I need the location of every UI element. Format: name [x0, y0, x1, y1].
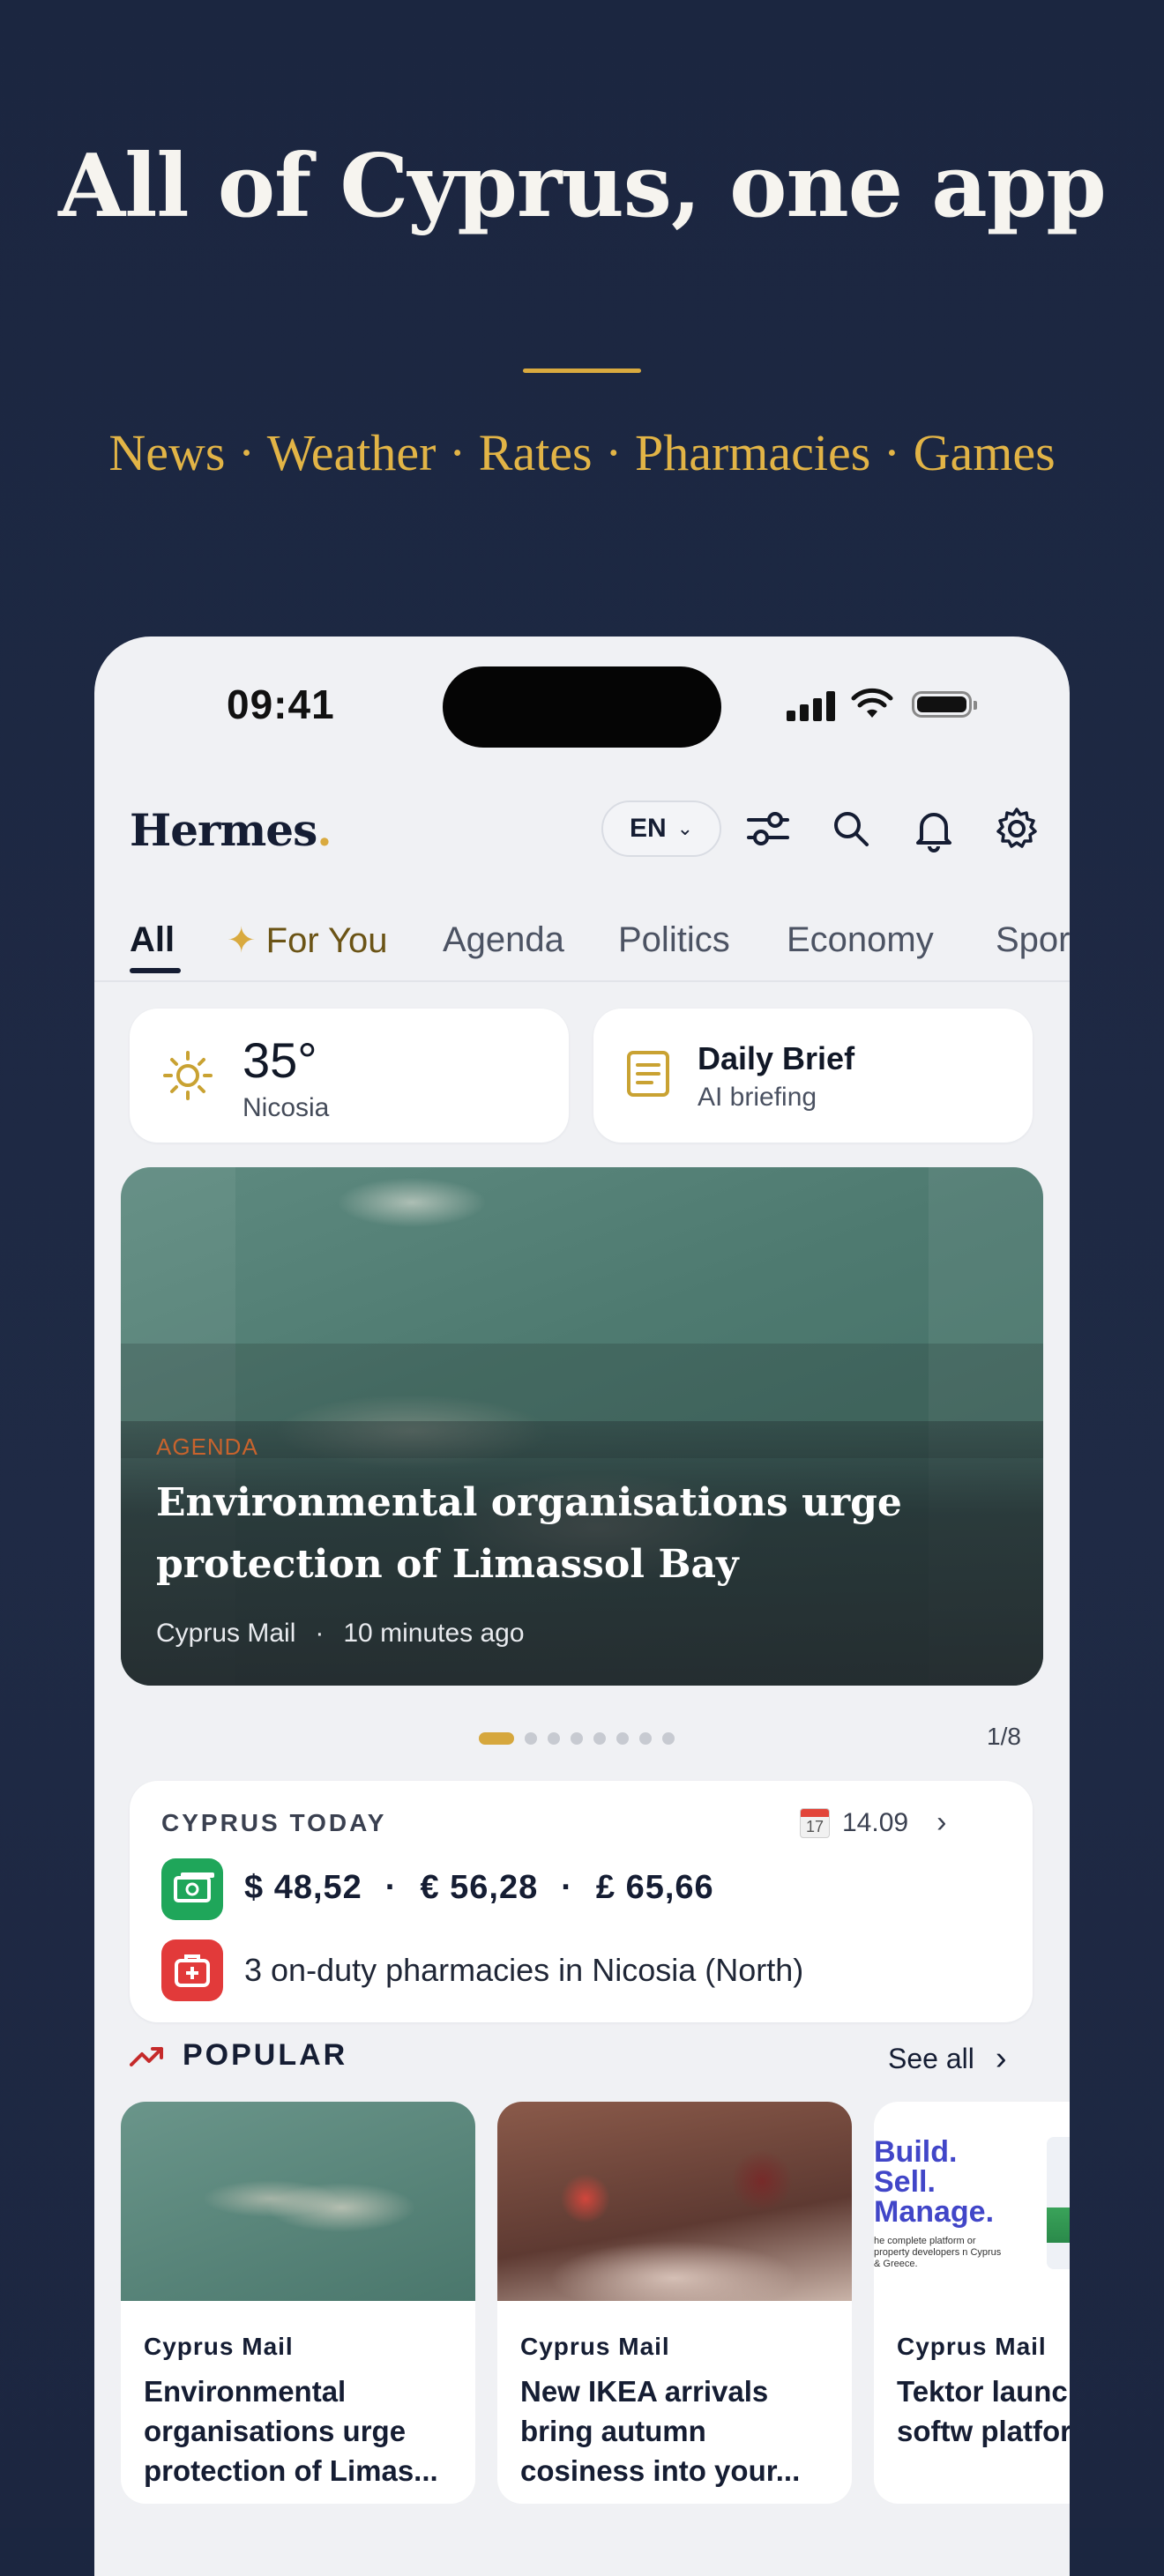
tab-agenda[interactable]: Agenda [443, 920, 564, 960]
hero-title: Environmental organisations urge protect… [156, 1480, 902, 1587]
weather-temperature: 35° [242, 1032, 317, 1088]
page-dot[interactable] [571, 1732, 583, 1745]
page-dot[interactable] [525, 1732, 537, 1745]
popular-article-card[interactable]: Build. Sell. Manage. he complete platfor… [874, 2102, 1070, 2504]
rate-separator: · [561, 1869, 573, 1906]
article-thumbnail [497, 2102, 852, 2301]
ad-headline: Build. Sell. Manage. [874, 2137, 994, 2227]
popular-article-card[interactable]: Cyprus Mail New IKEA arrivals bring autu… [497, 2102, 852, 2504]
article-title: Tektor launc in-one softw platform for [897, 2375, 1070, 2447]
ad-line: Build. [874, 2135, 958, 2169]
tab-for-you-label: For You [265, 921, 388, 960]
tab-all[interactable]: All [130, 920, 175, 960]
hero-meta: Cyprus Mail · 10 minutes ago [156, 1619, 525, 1649]
cyprus-today-card[interactable]: CYPRUS TODAY 17 14.09 › $ 48,52 · € 56,28 ·… [130, 1781, 1033, 2022]
gear-icon[interactable] [992, 804, 1041, 853]
search-icon[interactable] [826, 804, 876, 853]
see-all-label: See all [888, 2043, 974, 2074]
popular-heading-label: POPULAR [183, 2038, 348, 2072]
filter-icon[interactable] [743, 804, 793, 853]
sun-icon [163, 1051, 213, 1100]
article-thumbnail [121, 2102, 475, 2301]
article-source: Cyprus Mail [144, 2333, 294, 2360]
page-dot[interactable] [662, 1732, 675, 1745]
daily-brief-title: Daily Brief [698, 1040, 855, 1076]
wifi-icon [851, 688, 893, 718]
carousel-counter: 1/8 [987, 1723, 1021, 1750]
meta-separator: · [315, 1619, 325, 1648]
app-bar: Hermes. EN ⌄ [94, 786, 1070, 883]
date-label: 14.09 [842, 1807, 909, 1837]
category-tabs: All ✦ For You Agenda Politics Economy Sp… [94, 892, 1070, 982]
ad-phone-mock [1047, 2137, 1070, 2269]
hero-category: AGENDA [156, 1433, 258, 1460]
ad-small-text: he complete platform or property develop… [874, 2236, 1002, 2269]
page-dot[interactable] [593, 1732, 606, 1745]
phone-screen: 09:41 Hermes. EN ⌄ All ✦ For You Agenda … [94, 637, 1070, 2576]
tab-economy[interactable]: Economy [787, 920, 934, 960]
calendar-icon: 17 [800, 1807, 830, 1838]
exchange-rates: $ 48,52 · € 56,28 · £ 65,66 [244, 1869, 714, 1907]
article-title: Environmental organisations urge protect… [144, 2375, 438, 2487]
weather-city: Nicosia [242, 1093, 330, 1122]
ad-line: Sell. [874, 2165, 936, 2199]
cellular-signal-icon [787, 689, 839, 721]
chevron-right-icon: › [995, 2040, 1007, 2077]
promo-tagline: News · Weather · Rates · Pharmacies · Ga… [108, 424, 1056, 481]
see-all-link[interactable]: See all › [888, 2040, 1007, 2078]
article-thumbnail: Build. Sell. Manage. he complete platfor… [874, 2102, 1070, 2301]
language-label: EN [629, 814, 667, 843]
daily-brief-subtitle: AI briefing [698, 1083, 817, 1112]
ad-line: Manage. [874, 2195, 995, 2229]
page-dot[interactable] [479, 1732, 514, 1745]
rate-gbp: £ 65,66 [595, 1869, 714, 1906]
cyprus-today-date[interactable]: 17 14.09 › [800, 1805, 946, 1840]
popular-heading: POPULAR [130, 2038, 347, 2073]
page-dot[interactable] [639, 1732, 652, 1745]
weather-card[interactable]: 35° Nicosia [130, 1009, 569, 1143]
status-time: 09:41 [227, 681, 335, 727]
cyprus-today-label: CYPRUS TODAY [161, 1809, 387, 1836]
rate-eur: € 56,28 [420, 1869, 539, 1906]
article-title: New IKEA arrivals bring autumn cosiness … [520, 2375, 801, 2487]
chevron-right-icon: › [936, 1805, 947, 1839]
rate-usd: $ 48,52 [244, 1869, 362, 1906]
trending-icon [130, 2046, 163, 2066]
chevron-down-icon: ⌄ [676, 817, 694, 839]
tab-politics[interactable]: Politics [618, 920, 730, 960]
rate-separator: · [384, 1869, 398, 1906]
pharmacies-text: 3 on-duty pharmacies in Nicosia (North) [244, 1952, 804, 1988]
hero-time: 10 minutes ago [343, 1619, 525, 1648]
app-logo[interactable]: Hermes. [130, 804, 332, 856]
bell-icon[interactable] [909, 804, 959, 853]
tab-for-you[interactable]: ✦ For You [227, 920, 388, 961]
tab-sports[interactable]: Spor [996, 920, 1070, 960]
pharmacy-icon [161, 1939, 223, 2001]
language-selector[interactable]: EN ⌄ [601, 800, 721, 857]
carousel-pagination[interactable] [479, 1730, 675, 1747]
headline-divider [523, 369, 641, 373]
ad-chart-mock [1047, 2207, 1070, 2243]
promo-headline: All of Cyprus, one app [58, 136, 1107, 237]
popular-article-card[interactable]: Cyprus Mail Environmental organisations … [121, 2102, 475, 2504]
battery-icon [912, 691, 977, 718]
article-source: Cyprus Mail [520, 2333, 670, 2360]
page-dot[interactable] [548, 1732, 560, 1745]
hero-source: Cyprus Mail [156, 1619, 296, 1648]
article-source: Cyprus Mail [897, 2333, 1047, 2360]
dynamic-island [443, 666, 721, 748]
page-dot[interactable] [616, 1732, 629, 1745]
document-icon [627, 1051, 669, 1097]
money-icon [161, 1858, 223, 1920]
daily-brief-card[interactable]: Daily Brief AI briefing [593, 1009, 1033, 1143]
sparkle-icon: ✦ [227, 921, 257, 960]
status-bar: 09:41 [94, 637, 1070, 769]
active-tab-indicator [130, 968, 181, 973]
hero-article-card[interactable]: AGENDA Environmental organisations urge … [121, 1167, 1043, 1686]
